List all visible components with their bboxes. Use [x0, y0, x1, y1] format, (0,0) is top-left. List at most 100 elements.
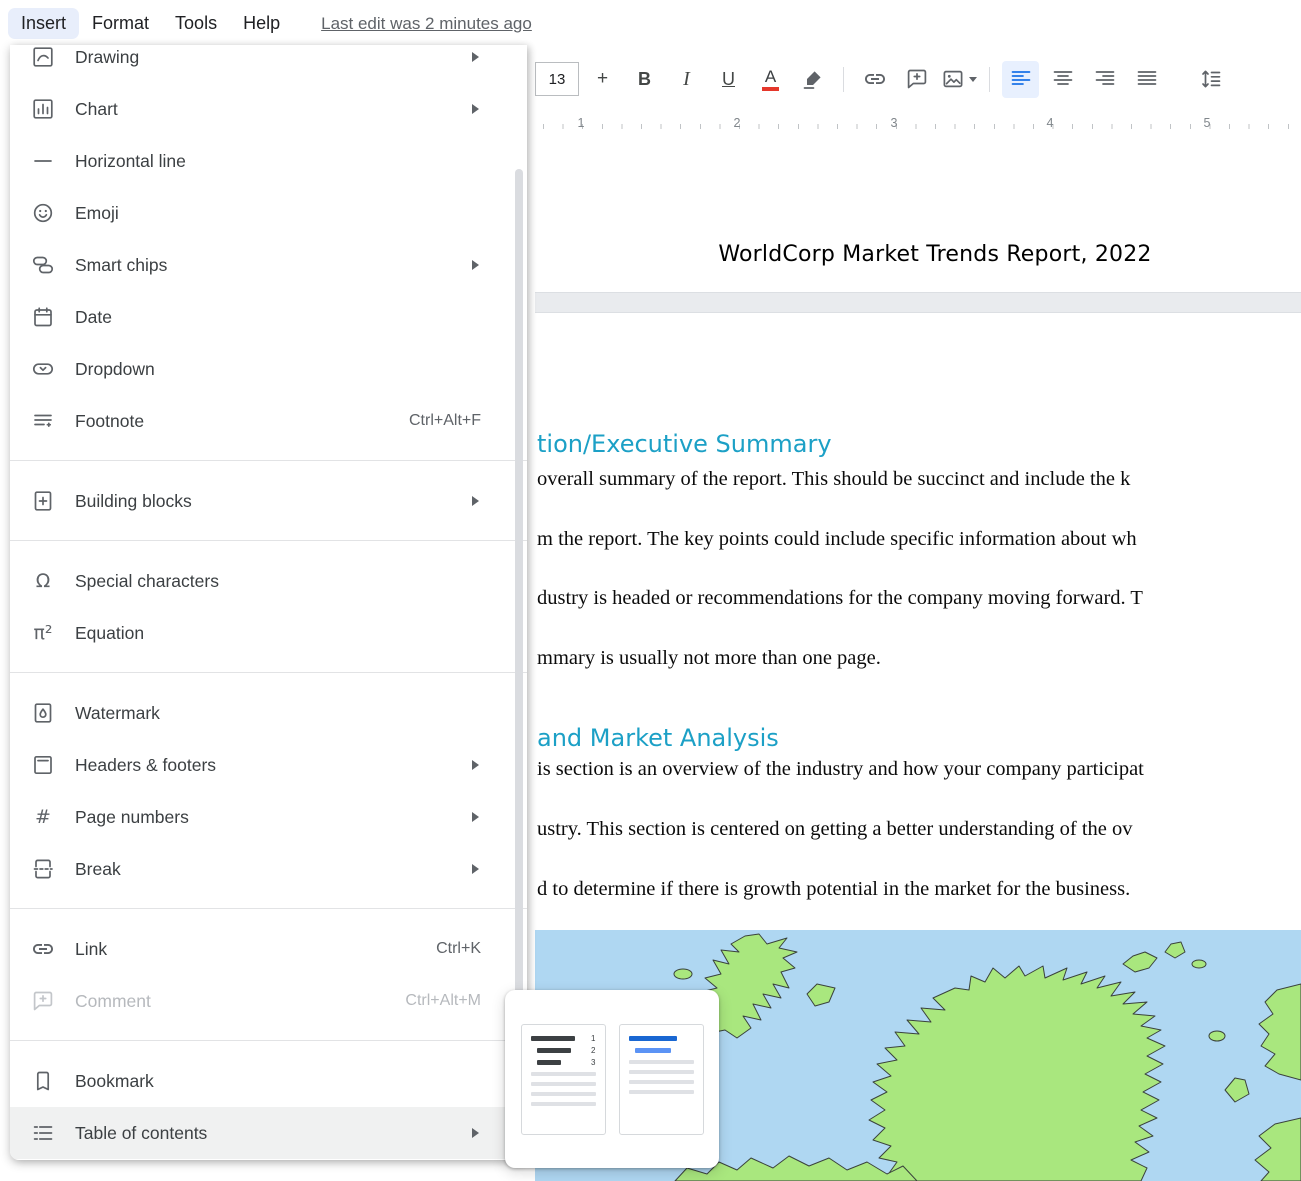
toc-option-blue-links[interactable]	[619, 1024, 704, 1135]
menu-tools[interactable]: Tools	[162, 8, 230, 39]
menu-item-label: Special characters	[75, 571, 219, 592]
body-text-line[interactable]: d to determine if there is growth potent…	[537, 878, 1130, 901]
underline-button[interactable]: U	[710, 61, 747, 98]
table-of-contents-submenu: 1 2 3	[505, 990, 719, 1168]
body-text-line[interactable]: ustry. This section is centered on getti…	[537, 818, 1133, 841]
submenu-arrow-icon	[472, 104, 479, 114]
justify-icon	[1135, 67, 1159, 91]
body-text-line[interactable]: overall summary of the report. This shou…	[537, 468, 1130, 491]
ruler-mark: 4	[1047, 116, 1054, 130]
comment-icon	[30, 989, 56, 1013]
menu-item-table-of-contents[interactable]: Table of contents	[10, 1107, 527, 1159]
align-left-button[interactable]	[1002, 61, 1039, 98]
menu-divider	[10, 672, 527, 673]
comment-icon	[905, 67, 929, 91]
menu-item-date[interactable]: Date	[10, 291, 527, 343]
headers-footers-icon	[30, 753, 56, 777]
ruler[interactable]: 1 2 3 4 5	[535, 112, 1301, 139]
toolbar-divider	[989, 67, 990, 92]
menu-item-equation[interactable]: π² Equation	[10, 607, 527, 659]
menu-insert[interactable]: Insert	[8, 8, 79, 39]
menu-item-building-blocks[interactable]: Building blocks	[10, 475, 527, 527]
menu-item-smart-chips[interactable]: Smart chips	[10, 239, 527, 291]
menu-divider	[10, 1040, 527, 1041]
font-size-input[interactable]: 13	[535, 62, 579, 96]
text-color-letter: A	[765, 68, 776, 85]
menu-item-special-characters[interactable]: Ω Special characters	[10, 555, 527, 607]
ruler-mark: 5	[1204, 116, 1211, 130]
align-left-icon	[1009, 67, 1033, 91]
menu-divider	[10, 460, 527, 461]
menu-item-link[interactable]: Link Ctrl+K	[10, 923, 527, 975]
menu-item-label: Dropdown	[75, 359, 155, 380]
menu-item-shortcut: Ctrl+K	[436, 940, 481, 958]
toc-thumb-text-line	[629, 1060, 694, 1064]
menu-item-dropdown[interactable]: Dropdown	[10, 343, 527, 395]
align-center-button[interactable]	[1044, 61, 1081, 98]
italic-button[interactable]: I	[668, 61, 705, 98]
body-text-line[interactable]: mmary is usually not more than one page.	[537, 647, 881, 670]
menu-item-watermark[interactable]: Watermark	[10, 687, 527, 739]
section-heading[interactable]: and Market Analysis	[537, 724, 779, 752]
menu-item-footnote[interactable]: Footnote Ctrl+Alt+F	[10, 395, 527, 447]
toc-thumb-text-line	[531, 1102, 596, 1106]
toc-option-page-numbers[interactable]: 1 2 3	[521, 1024, 606, 1135]
menu-item-label: Bookmark	[75, 1071, 154, 1092]
image-dropdown-caret-icon	[969, 77, 977, 82]
menu-item-label: Headers & footers	[75, 755, 216, 776]
highlight-button[interactable]	[794, 61, 831, 98]
highlight-icon	[801, 67, 825, 91]
ruler-ticks	[543, 124, 1301, 129]
submenu-arrow-icon	[472, 52, 479, 62]
document-title[interactable]: WorldCorp Market Trends Report, 2022	[535, 242, 1301, 267]
submenu-arrow-icon	[472, 260, 479, 270]
menu-item-chart[interactable]: Chart	[10, 83, 527, 135]
menu-item-label: Emoji	[75, 203, 119, 224]
body-text-line[interactable]: dustry is headed or recommendations for …	[537, 587, 1143, 610]
menu-item-break[interactable]: Break	[10, 843, 527, 895]
font-size-increase-button[interactable]: +	[584, 61, 621, 98]
last-edit-link[interactable]: Last edit was 2 minutes ago	[321, 14, 532, 34]
bold-button[interactable]: B	[626, 61, 663, 98]
align-right-icon	[1093, 67, 1117, 91]
toc-thumb-link-bar	[635, 1048, 671, 1053]
toc-thumb-page-number: 1	[591, 1035, 595, 1043]
menu-item-headers-footers[interactable]: Headers & footers	[10, 739, 527, 791]
menu-item-emoji[interactable]: Emoji	[10, 187, 527, 239]
menu-item-horizontal-line[interactable]: Horizontal line	[10, 135, 527, 187]
bookmark-icon	[30, 1069, 56, 1093]
submenu-arrow-icon	[472, 812, 479, 822]
toc-thumb-heading-bar	[531, 1036, 575, 1041]
footnote-icon	[30, 409, 56, 433]
special-characters-icon: Ω	[30, 572, 56, 591]
text-color-button[interactable]: A	[752, 61, 789, 98]
insert-menu: Drawing Chart Horizontal line Emoji Smar…	[10, 45, 527, 1160]
insert-link-button[interactable]	[856, 61, 893, 98]
menu-item-shortcut: Ctrl+Alt+F	[409, 412, 481, 430]
menu-divider	[10, 540, 527, 541]
menu-item-bookmark[interactable]: Bookmark	[10, 1055, 527, 1107]
align-right-button[interactable]	[1086, 61, 1123, 98]
menu-item-label: Equation	[75, 623, 144, 644]
menu-item-label: Break	[75, 859, 121, 880]
insert-image-button[interactable]	[940, 61, 977, 98]
menu-item-label: Building blocks	[75, 491, 192, 512]
menu-divider	[10, 908, 527, 909]
link-icon	[863, 67, 887, 91]
text-color-indicator	[762, 87, 779, 91]
menu-help[interactable]: Help	[230, 8, 293, 39]
body-text-line[interactable]: m the report. The key points could inclu…	[537, 528, 1137, 551]
toc-thumb-heading-bar	[537, 1048, 571, 1053]
date-icon	[30, 305, 56, 329]
submenu-arrow-icon	[472, 1128, 479, 1138]
menu-item-page-numbers[interactable]: # Page numbers	[10, 791, 527, 843]
insert-comment-button[interactable]	[898, 61, 935, 98]
menu-item-drawing[interactable]: Drawing	[10, 45, 527, 83]
line-spacing-button[interactable]	[1192, 61, 1229, 98]
section-heading[interactable]: tion/Executive Summary	[537, 430, 832, 458]
toc-thumb-text-line	[531, 1072, 596, 1076]
menu-format[interactable]: Format	[79, 8, 162, 39]
body-text-line[interactable]: is section is an overview of the industr…	[537, 758, 1144, 781]
justify-button[interactable]	[1128, 61, 1165, 98]
menu-item-label: Date	[75, 307, 112, 328]
